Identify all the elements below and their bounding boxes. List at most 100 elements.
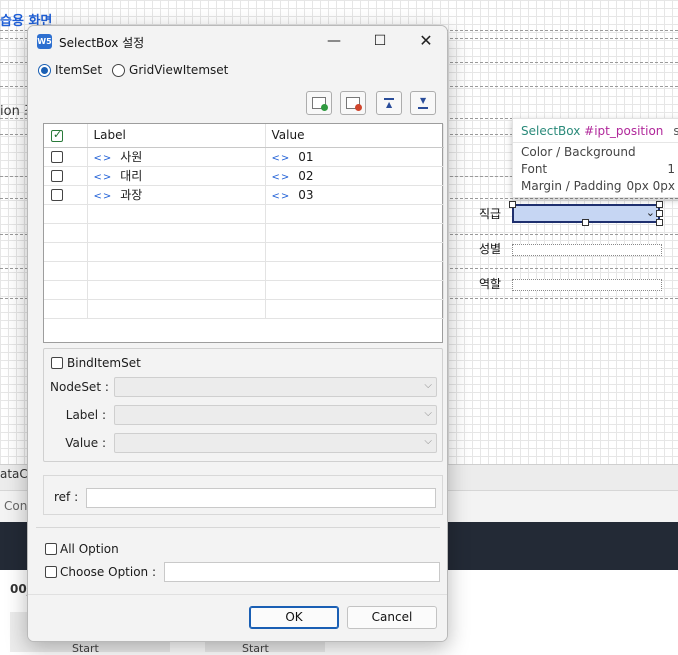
bind-itemset-group: BindItemSet NodeSet : ⌵ Label : ⌵ Value … [43,348,443,462]
code-icon: <> [93,172,113,183]
con-fragment: Con [4,499,28,513]
gridview-itemset-radio-label[interactable]: GridViewItemset [129,63,228,77]
minimize-icon: — [327,33,341,49]
ref-input[interactable] [86,488,436,508]
gridview-itemset-radio[interactable] [112,63,126,77]
value-field-label: Value : [65,436,106,450]
row-checkbox[interactable] [51,170,63,182]
maximize-icon: ☐ [373,33,387,49]
choose-option-row: Choose Option : [45,565,156,579]
empty-row [44,261,444,281]
cancel-button[interactable]: Cancel [347,606,437,629]
tooltip-font-value: 1 [667,162,675,176]
table-row[interactable]: <> 대리 <> 02 [44,166,444,186]
dialog-title: SelectBox 설정 [59,36,145,50]
add-row-button[interactable] [306,91,332,115]
close-icon: ✕ [419,31,433,50]
row-label[interactable]: 과장 [120,188,142,202]
up-arrow-icon: ▲ [386,100,393,109]
row-label-position: 직급 [478,207,502,221]
tooltip-extra: st [673,124,678,138]
value-column-header[interactable]: Value [265,124,444,148]
itemset-grid: Label Value <> 사원 <> 01 <> 대리 <> 02 <> 과장 <> 0… [43,123,444,343]
resize-handle[interactable] [656,219,663,226]
choose-option-checkbox[interactable] [45,566,57,578]
resize-handle[interactable] [656,201,663,208]
bind-itemset-checkbox[interactable] [51,357,63,369]
delete-badge [355,104,362,111]
select-all-cell [44,124,88,148]
row-checkbox[interactable] [51,189,63,201]
itemset-radio[interactable] [38,63,51,77]
ref-group: ref : [43,475,443,515]
row-label-gender: 성별 [478,242,502,256]
gender-field[interactable] [512,244,662,256]
all-option-checkbox[interactable] [45,543,57,555]
empty-row [44,299,444,319]
resize-handle[interactable] [656,210,663,217]
itemset-mode-group: ItemSet GridViewItemset [38,62,238,78]
code-icon: <> [271,171,291,183]
move-down-icon [418,107,428,109]
label-field-label: Label : [65,408,106,422]
resize-handle[interactable] [509,201,516,208]
row-label[interactable]: 사원 [120,150,142,164]
tooltip-id: #ipt_position [584,124,664,138]
nodeset-label: NodeSet : [50,380,109,394]
move-down-button[interactable]: ▼ [410,91,436,115]
start-label: Start [72,642,99,655]
tooltip-margin-value: 0px 0px [626,179,675,193]
row-value[interactable]: 01 [298,150,313,164]
code-icon: <> [93,153,113,164]
delete-row-button[interactable] [340,91,366,115]
tooltip-component: SelectBox [521,124,581,138]
down-arrow-icon: ▼ [420,96,427,105]
table-row[interactable]: <> 사원 <> 01 [44,147,444,167]
tooltip-margin-label: Margin / Padding [521,179,622,193]
row-checkbox[interactable] [51,151,63,163]
nodeset-select[interactable]: ⌵ [114,377,437,397]
label-column-header[interactable]: Label [87,124,266,148]
role-field[interactable] [512,279,662,291]
start-label: Start [242,642,269,655]
ok-button[interactable]: OK [249,606,339,629]
divider [36,527,440,528]
itemset-radio-label[interactable]: ItemSet [55,63,102,77]
dialog-footer: OK Cancel [28,594,447,641]
tooltip-color-label: Color / Background [521,145,636,159]
resize-handle[interactable] [582,219,589,226]
select-all-checkbox[interactable] [51,128,63,142]
minimize-button[interactable]: — [311,26,357,57]
component-tooltip: SelectBox #ipt_position st Color / Backgr… [512,118,678,198]
code-icon: <> [93,191,113,202]
bind-itemset-label[interactable]: BindItemSet [67,356,141,370]
selectbox-settings-dialog: W5 SelectBox 설정 — ☐ ✕ ItemSet GridViewIt… [27,25,448,642]
code-icon: <> [271,152,291,164]
close-button[interactable]: ✕ [403,26,447,57]
maximize-button[interactable]: ☐ [357,26,403,57]
all-option-label[interactable]: All Option [60,542,119,556]
row-label-role: 역할 [478,277,502,291]
label-select[interactable]: ⌵ [114,405,437,425]
value-select[interactable]: ⌵ [114,433,437,453]
choose-option-input[interactable] [164,562,440,582]
row-value[interactable]: 02 [298,169,313,183]
row-value[interactable]: 03 [298,188,313,202]
table-row[interactable]: <> 과장 <> 03 [44,185,444,205]
tooltip-font-label: Font [521,162,548,176]
chevron-down-icon: ⌵ [424,380,432,391]
empty-row [44,242,444,262]
move-up-button[interactable]: ▲ [376,91,402,115]
code-icon: <> [271,190,291,202]
empty-row [44,204,444,224]
add-badge [321,104,328,111]
title-bar[interactable]: W5 SelectBox 설정 — ☐ ✕ [28,26,447,57]
empty-row [44,280,444,300]
choose-option-label[interactable]: Choose Option : [60,565,156,579]
ref-label: ref : [54,490,79,504]
row-label[interactable]: 대리 [120,169,142,183]
chevron-down-icon: ⌄ [645,206,655,219]
empty-row [44,223,444,243]
chevron-down-icon: ⌵ [424,436,432,447]
chevron-down-icon: ⌵ [424,408,432,419]
